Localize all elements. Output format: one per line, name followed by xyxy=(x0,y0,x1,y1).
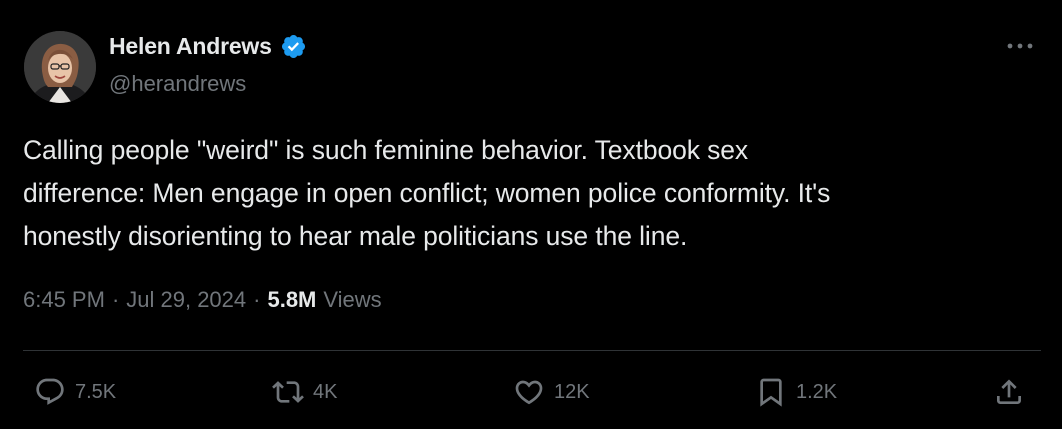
bookmark-count: 1.2K xyxy=(796,380,838,403)
like-button[interactable]: 12K xyxy=(513,374,590,410)
reply-count: 7.5K xyxy=(75,380,117,403)
like-count: 12K xyxy=(554,380,590,403)
heart-icon xyxy=(515,380,543,405)
tweet-time[interactable]: 6:45 PM xyxy=(23,287,105,313)
share-button[interactable] xyxy=(993,374,1025,410)
more-horizontal-icon[interactable] xyxy=(1000,34,1040,58)
divider xyxy=(23,350,1041,351)
views-count[interactable]: 5.8M xyxy=(267,287,316,313)
avatar-image xyxy=(24,31,96,103)
repost-icon xyxy=(272,381,304,403)
tweet-date[interactable]: Jul 29, 2024 xyxy=(126,287,246,313)
share-icon xyxy=(997,379,1021,404)
author-display-name[interactable]: Helen Andrews xyxy=(109,33,272,60)
bookmark-icon xyxy=(760,378,782,407)
views-label[interactable]: Views xyxy=(323,287,381,313)
tweet-text: Calling people "weird" is such feminine … xyxy=(23,129,1023,258)
meta-separator: · xyxy=(111,287,120,312)
tweet-meta: 6:45 PM · Jul 29, 2024 · 5.8M Views xyxy=(23,287,382,313)
meta-separator: · xyxy=(253,287,261,312)
repost-count: 4K xyxy=(313,380,338,403)
verified-badge-icon[interactable] xyxy=(280,33,307,60)
author-handle[interactable]: @herandrews xyxy=(109,71,246,97)
tweet-card: Helen Andrews @herandrews Calling people… xyxy=(0,0,1062,429)
reply-icon xyxy=(36,378,64,405)
tweet-text-line: difference: Men engage in open conflict;… xyxy=(23,178,831,208)
tweet-text-line: Calling people "weird" is such feminine … xyxy=(23,135,749,165)
repost-button[interactable]: 4K xyxy=(272,374,337,410)
avatar[interactable] xyxy=(24,31,96,103)
bookmark-button[interactable]: 1.2K xyxy=(755,374,837,410)
author-name-row: Helen Andrews xyxy=(109,33,307,60)
reply-button[interactable]: 7.5K xyxy=(34,374,116,410)
tweet-text-line: honestly disorienting to hear male polit… xyxy=(23,221,688,251)
